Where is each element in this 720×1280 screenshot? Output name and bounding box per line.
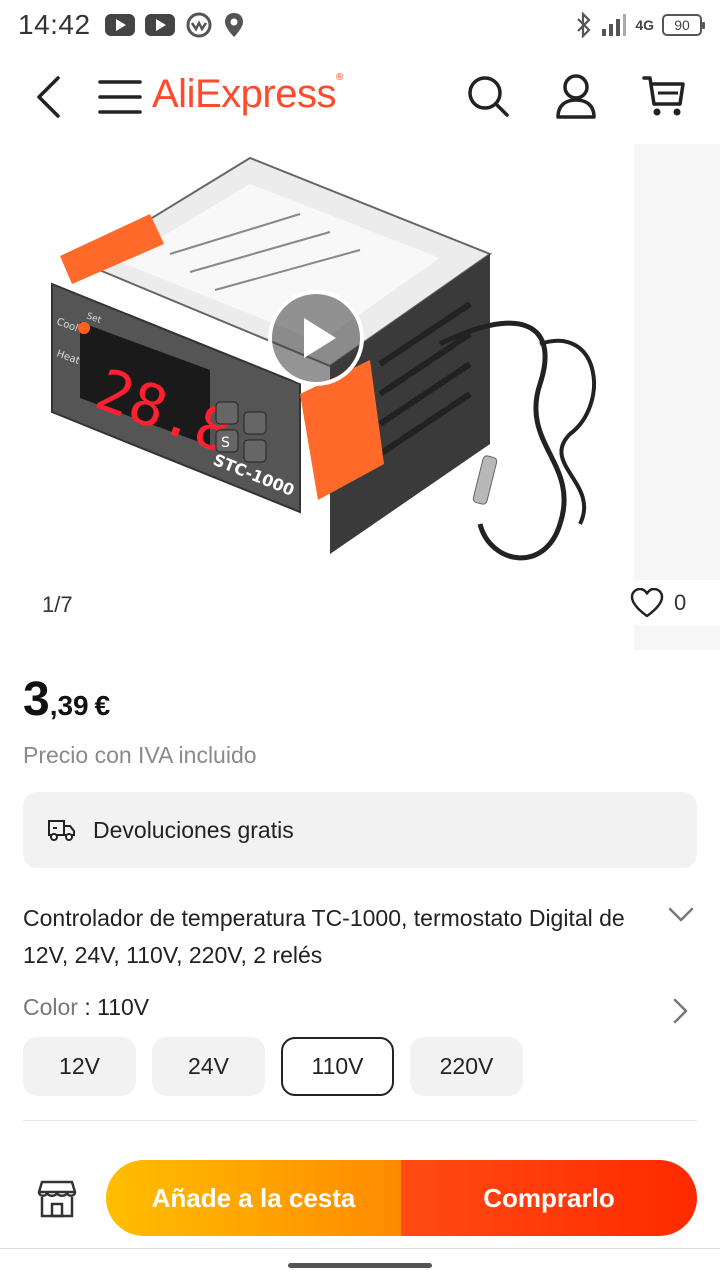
image-counter: 1/7 (42, 592, 73, 617)
navigation-divider (0, 1248, 720, 1249)
system-indicators: 4G 90 (575, 12, 705, 38)
signal-icon (602, 14, 627, 36)
product-title: Controlador de temperatura TC-1000, term… (23, 905, 625, 968)
returns-label: Devoluciones gratis (93, 816, 294, 843)
variant-selected-value: 110V (97, 994, 150, 1020)
home-indicator[interactable] (288, 1263, 432, 1268)
chevron-right-icon (673, 998, 688, 1024)
aliexpress-logo[interactable]: AliExpress® (152, 72, 343, 117)
play-icon (304, 318, 336, 358)
s-key-label: S (221, 435, 230, 451)
cart-button[interactable] (640, 72, 688, 120)
expand-title-button[interactable] (664, 900, 698, 930)
variant-option-220v[interactable]: 220V (410, 1037, 523, 1096)
heart-icon (630, 588, 664, 618)
price-integer: 3 (23, 673, 50, 726)
search-icon (468, 76, 509, 117)
variant-option-12v[interactable]: 12V (23, 1037, 136, 1096)
search-button[interactable] (464, 72, 512, 120)
next-image-preview[interactable] (634, 144, 720, 650)
status-bar: 14:42 4G 90 (0, 0, 720, 50)
add-to-cart-button[interactable]: Añade a la cesta (106, 1160, 401, 1236)
delivery-truck-icon (48, 820, 75, 841)
chevron-left-icon (37, 76, 60, 118)
notification-icons (104, 11, 245, 39)
play-video-button[interactable] (268, 290, 364, 386)
variant-options: 12V 24V 110V 220V (23, 1037, 523, 1096)
store-icon (37, 1180, 77, 1218)
free-returns-banner[interactable]: Devoluciones gratis (23, 792, 697, 868)
purchase-actions: Añade a la cesta Comprarlo (106, 1160, 697, 1236)
account-button[interactable] (552, 72, 600, 120)
chevron-down-icon (668, 907, 694, 922)
product-gallery[interactable]: 28.8 STC-1000 Cool Heat Set S 1/7 0 (0, 144, 720, 650)
youtube-notification-icon (144, 14, 175, 36)
divider (23, 1120, 697, 1121)
buy-now-button[interactable]: Comprarlo (401, 1160, 697, 1236)
variant-label: Color (23, 994, 78, 1020)
registered-mark: ® (335, 72, 343, 83)
variant-details-button[interactable] (668, 996, 694, 1026)
status-time: 14:42 (18, 9, 91, 40)
network-type: 4G (635, 17, 654, 33)
youtube-notification-icon (104, 14, 135, 36)
variant-selector-label[interactable]: Color : 110V (23, 994, 149, 1021)
wishlist-button[interactable]: 0 (620, 580, 720, 626)
thermostat-product-illustration: 28.8 STC-1000 Cool Heat Set S (51, 156, 596, 561)
app-header: AliExpress® (0, 62, 720, 132)
store-button[interactable] (34, 1176, 80, 1222)
wishlist-count: 0 (674, 590, 687, 615)
product-price: 3 ,39 € (23, 672, 110, 727)
wallet-notification-icon (186, 12, 212, 38)
user-icon (556, 74, 596, 119)
shopping-cart-icon (642, 76, 685, 116)
hamburger-menu-icon (98, 80, 142, 114)
menu-button[interactable] (98, 77, 142, 117)
price-currency: € (94, 690, 111, 721)
back-button[interactable] (28, 74, 68, 120)
price-decimal: ,39 (49, 690, 89, 721)
battery-icon: 90 (662, 14, 705, 36)
bluetooth-icon (577, 12, 591, 38)
product-image[interactable]: 28.8 STC-1000 Cool Heat Set S 1/7 (0, 144, 634, 650)
vat-note: Precio con IVA incluido (23, 742, 257, 768)
location-icon (224, 13, 243, 37)
variant-option-24v[interactable]: 24V (152, 1037, 265, 1096)
variant-separator: : (77, 994, 98, 1020)
variant-option-110v[interactable]: 110V (281, 1037, 394, 1096)
brand-name: AliExpress (152, 72, 336, 116)
